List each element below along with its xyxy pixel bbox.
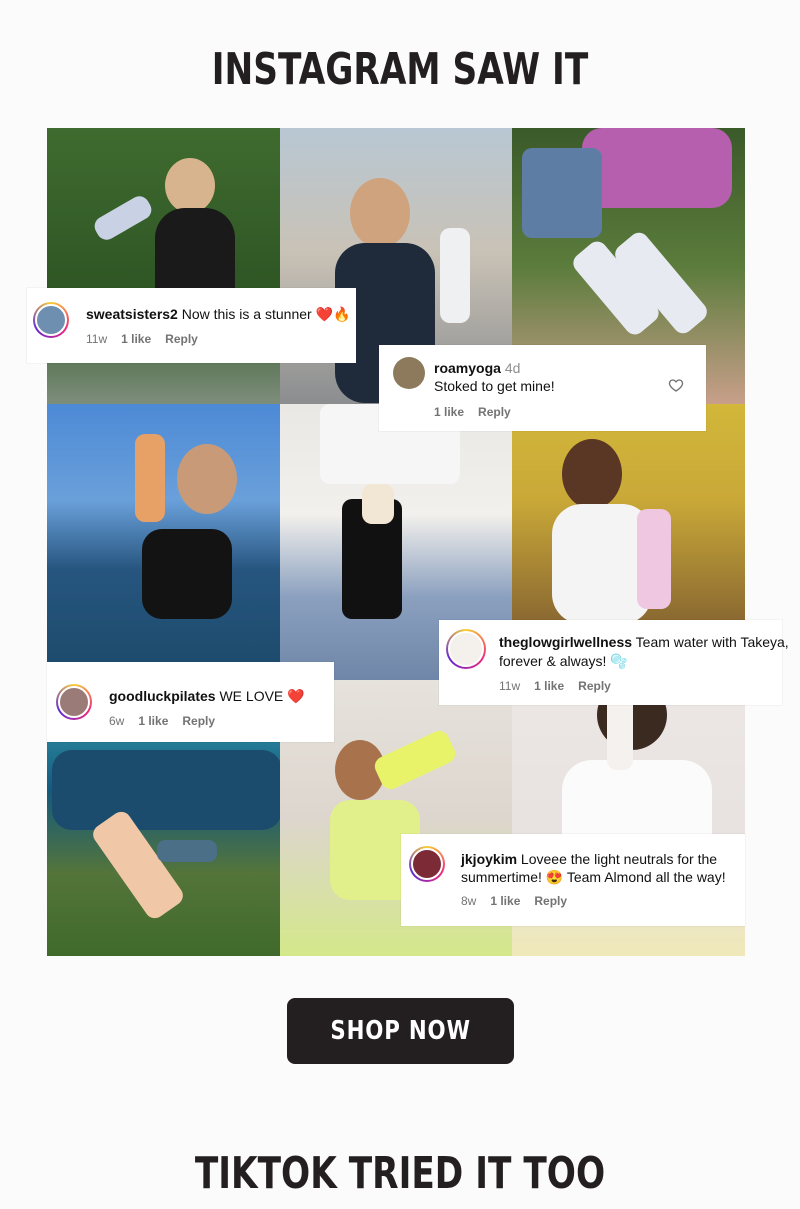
reply-button[interactable]: Reply [578,679,611,693]
comment-text: WE LOVE ❤️ [219,688,305,704]
ugc-photo-grid [47,128,745,956]
reply-button[interactable]: Reply [534,894,567,908]
reply-button[interactable]: Reply [165,332,198,346]
comment-text: Stoked to get mine! [434,378,555,394]
shop-now-button[interactable]: SHOP NOW [287,998,514,1064]
reply-button[interactable]: Reply [182,714,215,728]
comment-likes[interactable]: 1 like [534,679,564,693]
comment-username[interactable]: jkjoykim [461,851,517,867]
comment-age: 6w [109,714,125,728]
comment-card: sweatsisters2 Now this is a stunner ❤️🔥 … [27,288,356,363]
avatar[interactable] [33,302,69,338]
comment-text: Team water with Takeya, [635,634,789,650]
comment-username[interactable]: goodluckpilates [109,688,216,704]
photo-woman-tennis-court-bottle [47,404,280,680]
comment-age: 11w [86,332,108,346]
comment-likes[interactable]: 1 like [121,332,151,346]
comment-text: Loveee the light neutrals for the [520,851,718,867]
comment-age: 11w [499,679,521,693]
comment-card: jkjoykim Loveee the light neutrals for t… [401,834,745,926]
instagram-section-heading: INSTAGRAM SAW IT [211,44,589,95]
avatar[interactable] [409,846,445,882]
comment-card: roamyoga 4d Stoked to get mine! 1 like Re… [379,345,706,431]
comment-likes[interactable]: 1 like [490,894,520,908]
comment-card: theglowgirlwellness Team water with Take… [439,620,789,705]
shop-now-label: SHOP NOW [330,1016,471,1046]
avatar[interactable] [56,684,92,720]
comment-age: 8w [461,894,477,908]
comment-age: 4d [504,360,521,376]
comment-text-continued: summertime! 😍 Team Almond all the way! [461,869,726,885]
comment-likes[interactable]: 1 like [138,714,168,728]
comment-username[interactable]: roamyoga [434,360,501,376]
avatar[interactable] [446,629,486,669]
tiktok-section-heading: TIKTOK TRIED IT TOO [194,1148,606,1199]
comment-text: Now this is a stunner ❤️🔥 [181,306,351,322]
reply-button[interactable]: Reply [478,405,511,419]
comment-likes[interactable]: 1 like [434,405,464,419]
comment-username[interactable]: theglowgirlwellness [499,634,632,650]
heart-outline-icon[interactable] [668,377,684,393]
avatar[interactable] [393,357,425,389]
comment-text-continued: forever & always! 🫧 [499,653,628,669]
comment-card: goodluckpilates WE LOVE ❤️ 6w 1 like Reply [47,662,334,742]
comment-username[interactable]: sweatsisters2 [86,306,178,322]
